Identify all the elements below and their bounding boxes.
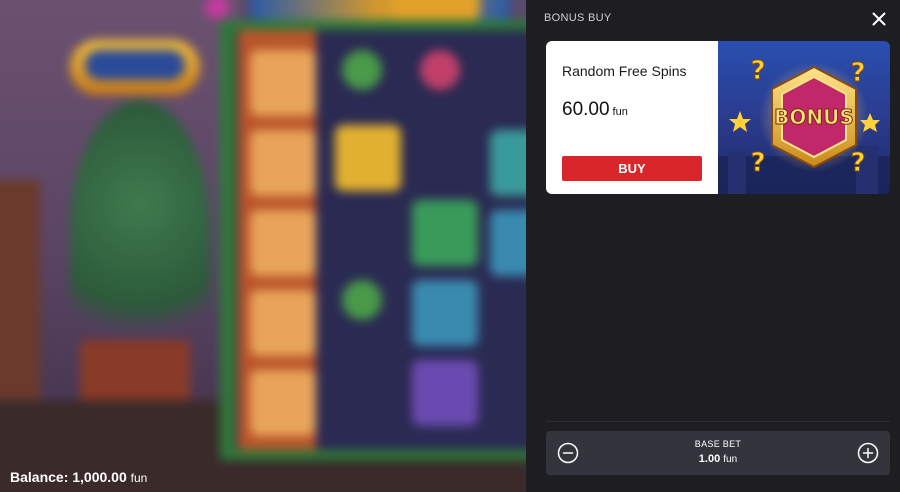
reel-symbol <box>335 125 401 191</box>
game-logo-inner <box>85 50 185 80</box>
bonus-card-image: BONUS ? ? ? ? <box>718 41 890 194</box>
base-bet-unit: fun <box>723 454 738 465</box>
reel-symbol <box>250 50 316 116</box>
balance-display: Balance: 1,000.00 fun <box>10 469 147 485</box>
reel-symbol <box>250 370 316 436</box>
bonus-badge-text: BONUS <box>774 105 854 129</box>
game-background <box>0 0 526 492</box>
increase-bet-button[interactable] <box>857 442 879 464</box>
bonus-card-price: 60.00 fun <box>562 99 628 121</box>
bonus-card-name: Random Free Spins <box>562 63 687 79</box>
svg-text:?: ? <box>750 148 765 178</box>
bonus-buy-panel: BONUS BUY Random Free Spins 60.00 fun BUY <box>526 0 900 492</box>
bonus-price-unit: fun <box>612 106 628 118</box>
bonus-card-random-free-spins: Random Free Spins 60.00 fun BUY BONUS ? … <box>546 41 890 194</box>
game-blur-layer <box>0 0 526 492</box>
reel-symbol <box>250 130 316 196</box>
base-bet-value: 1.00 fun <box>546 453 890 465</box>
base-bet-control: BASE BET 1.00 fun <box>546 431 890 475</box>
base-bet-amount: 1.00 <box>698 453 721 465</box>
svg-text:?: ? <box>750 56 765 86</box>
buy-button[interactable]: BUY <box>562 156 702 181</box>
base-bet-label: BASE BET <box>694 439 742 449</box>
reel-symbol <box>420 50 460 90</box>
bonus-card-info: Random Free Spins 60.00 fun BUY <box>546 41 718 194</box>
balance-unit: fun <box>130 471 148 485</box>
panel-title: BONUS BUY <box>544 12 612 24</box>
close-button[interactable] <box>868 8 890 30</box>
grand-jackpot <box>390 0 480 20</box>
plus-circle-icon <box>857 442 879 464</box>
game-plant <box>70 100 210 360</box>
reel-symbol <box>490 210 526 276</box>
svg-text:?: ? <box>850 58 865 88</box>
reel-symbol <box>250 290 316 356</box>
balance-label: Balance: <box>10 469 69 485</box>
reel-symbol <box>412 280 478 346</box>
reel-symbol <box>412 360 478 426</box>
close-icon <box>872 12 886 26</box>
screen: Balance: 1,000.00 fun BONUS BUY Random F… <box>0 0 900 492</box>
reel-symbol <box>250 210 316 276</box>
bonus-price-value: 60.00 <box>562 99 610 120</box>
reel-symbol <box>342 280 382 320</box>
reel-symbol <box>490 130 526 196</box>
svg-text:?: ? <box>850 148 865 178</box>
reel-symbol <box>342 50 382 90</box>
reel-symbol <box>412 200 478 266</box>
balance-value: 1,000.00 <box>72 469 127 485</box>
panel-divider <box>546 421 890 422</box>
bonus-badge-illustration: BONUS ? ? ? ? <box>718 56 890 194</box>
